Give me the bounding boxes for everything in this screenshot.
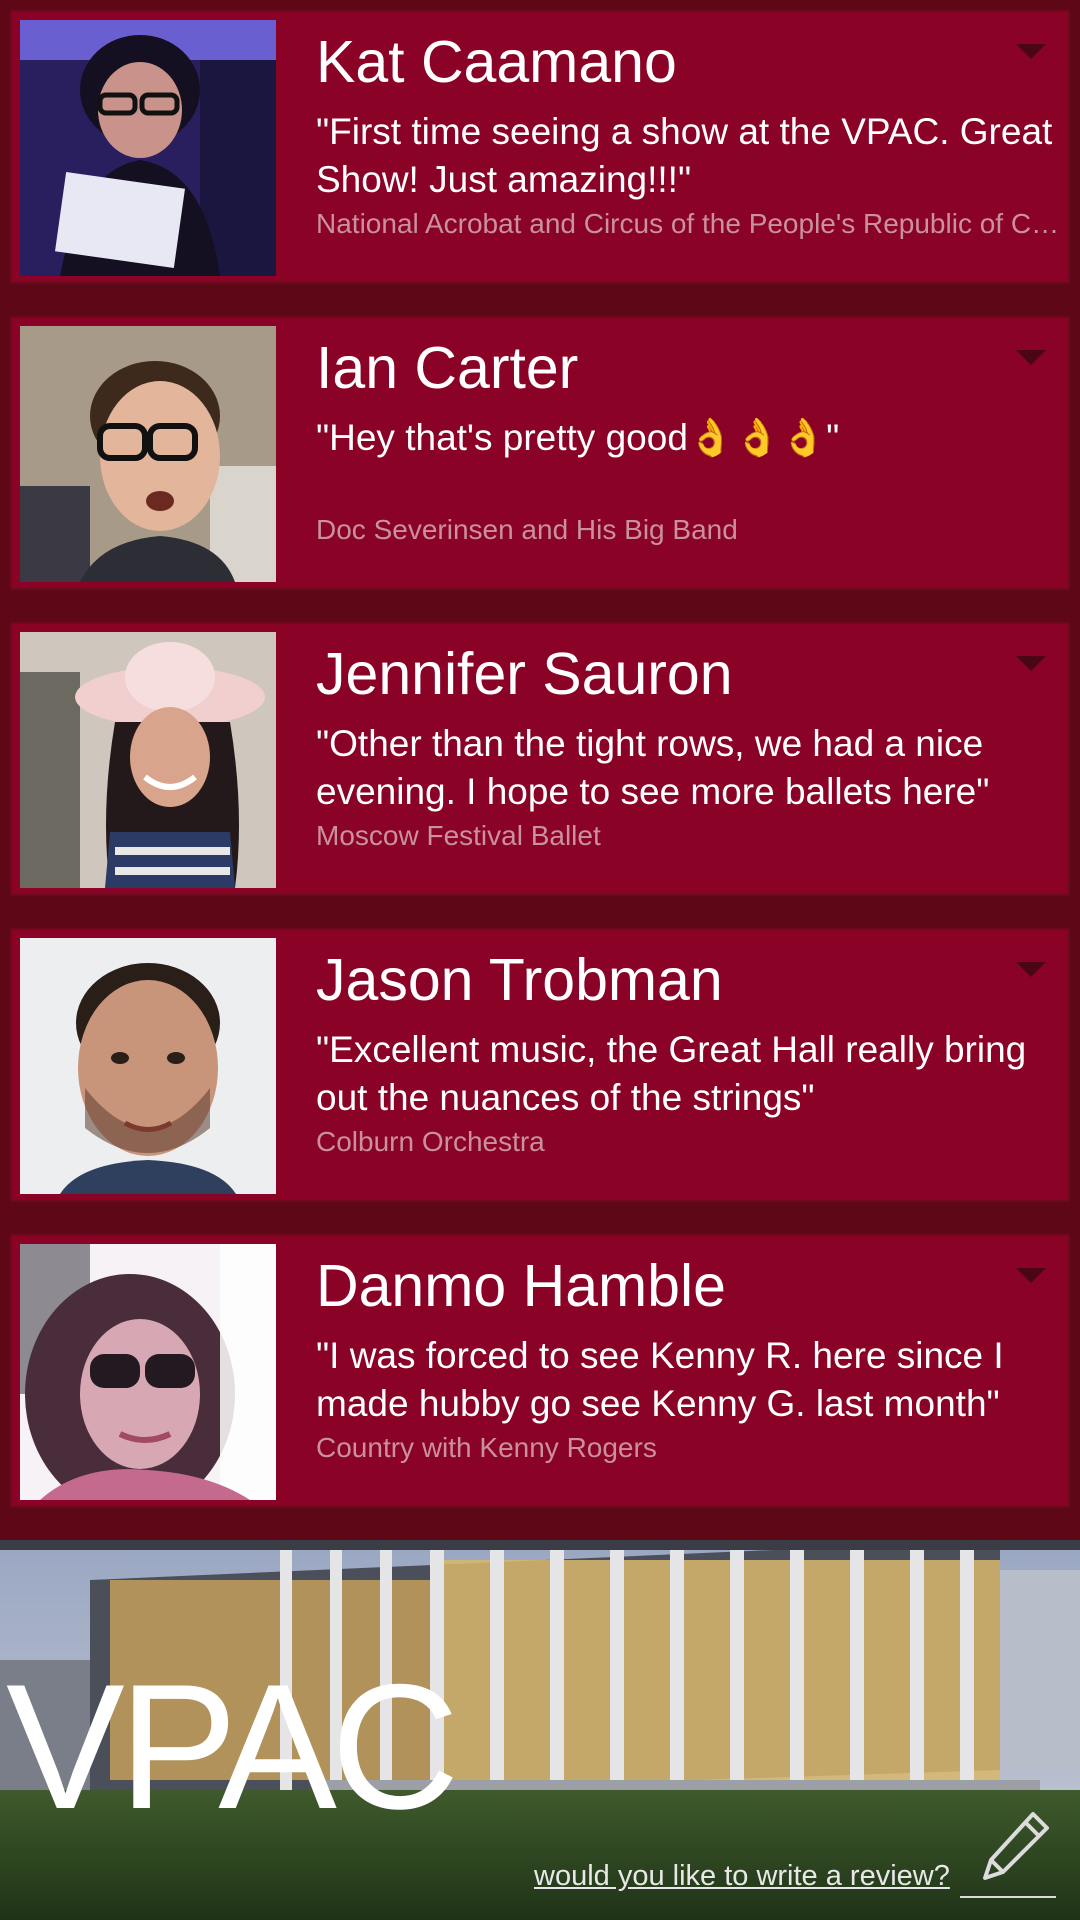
review-card[interactable]: Kat Caamano "First time seeing a show at…	[10, 10, 1070, 284]
reviewer-photo	[20, 632, 276, 888]
chevron-down-icon[interactable]	[1016, 962, 1046, 977]
reviewer-name: Danmo Hamble	[316, 1253, 726, 1319]
reviewer-name: Jason Trobman	[316, 947, 723, 1013]
review-show-title: Colburn Orchestra	[316, 1126, 545, 1157]
venue-banner: VPAC would you like to write a review?	[0, 1540, 1080, 1920]
chevron-down-icon[interactable]	[1016, 1268, 1046, 1283]
review-card[interactable]: Jason Trobman "Excellent music, the Grea…	[10, 928, 1070, 1202]
reviewer-photo-image	[20, 632, 276, 888]
chevron-down-icon[interactable]	[1016, 656, 1046, 671]
review-show-title: Country with Kenny Rogers	[316, 1432, 657, 1463]
reviewer-name: Ian Carter	[316, 335, 579, 401]
review-quote: "Hey that's pretty good👌👌👌"	[316, 417, 840, 458]
reviewer-photo-image	[20, 20, 276, 276]
reviewer-photo-image	[20, 938, 276, 1194]
brand-logo: VPAC	[6, 1647, 460, 1846]
review-quote: "I was forced to see Kenny R. here since…	[316, 1335, 1004, 1424]
reviewer-photo	[20, 1244, 276, 1500]
review-card[interactable]: Danmo Hamble "I was forced to see Kenny …	[10, 1234, 1070, 1508]
review-quote: "Excellent music, the Great Hall really …	[316, 1029, 1027, 1118]
chevron-down-icon[interactable]	[1016, 350, 1046, 365]
pencil-icon[interactable]	[975, 1806, 1055, 1886]
review-quote: "First time seeing a show at the VPAC. G…	[316, 111, 1053, 200]
review-quote: "Other than the tight rows, we had a nic…	[316, 723, 990, 812]
reviewer-name: Kat Caamano	[316, 29, 677, 95]
review-show-title: Moscow Festival Ballet	[316, 820, 601, 851]
review-show-title: National Acrobat and Circus of the Peopl…	[316, 208, 1066, 239]
write-review-link[interactable]: would you like to write a review?	[534, 1860, 950, 1893]
chevron-down-icon[interactable]	[1016, 44, 1046, 59]
review-card[interactable]: Jennifer Sauron "Other than the tight ro…	[10, 622, 1070, 896]
reviewer-photo	[20, 326, 276, 582]
reviewer-photo	[20, 20, 276, 276]
reviewer-name: Jennifer Sauron	[316, 641, 733, 707]
reviewer-photo-image	[20, 326, 276, 582]
review-show-title: Doc Severinsen and His Big Band	[316, 514, 738, 545]
review-card[interactable]: Ian Carter "Hey that's pretty good👌👌👌" D…	[10, 316, 1070, 590]
link-underline	[960, 1896, 1056, 1898]
app-root: Kat Caamano "First time seeing a show at…	[0, 0, 1080, 1920]
reviewer-photo-image	[20, 1244, 276, 1500]
reviewer-photo	[20, 938, 276, 1194]
